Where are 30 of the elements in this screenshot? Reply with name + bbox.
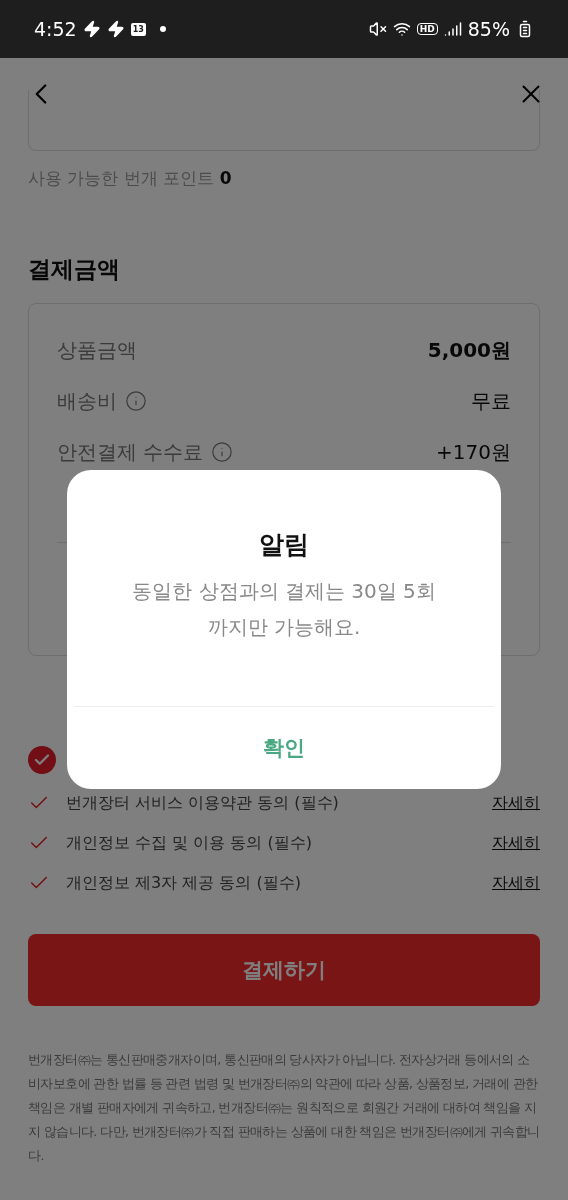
section-title: 결제금액 [28,255,121,284]
info-icon[interactable] [211,441,234,463]
details-link[interactable]: 자세히 [492,792,540,814]
row-label: 상품금액 [57,336,137,364]
agreement-label: 개인정보 수집 및 이용 동의 (필수) [66,832,313,854]
details-link[interactable]: 자세히 [492,872,540,894]
agreement-label: 번개장터 서비스 이용약관 동의 (필수) [66,792,340,814]
hd-icon: HD [416,23,438,35]
row-value: 5,000원 [427,336,511,364]
notification-dot-icon [159,26,166,32]
info-icon[interactable] [125,390,147,412]
mute-icon [368,20,387,38]
agree-all-checkbox[interactable] [28,746,56,774]
lightning-icon [106,20,125,38]
agreement-label: 개인정보 제3자 제공 동의 (필수) [66,872,302,894]
row-label: 배송비 [57,387,117,415]
row-label: 안전결제 수수료 [57,438,204,466]
lightning-icon [82,20,101,38]
calendar-icon: 13 [130,22,146,36]
details-link[interactable]: 자세히 [492,832,540,854]
battery-percent: 85% [467,18,510,40]
row-value: +170원 [436,438,511,466]
pay-button[interactable]: 결제하기 [28,934,540,1006]
confirm-button[interactable]: 확인 [67,707,501,789]
wifi-icon [392,20,411,38]
dialog-title: 알림 [259,529,309,561]
row-value: 무료 [471,387,511,415]
clock-time: 4:52 [34,18,77,40]
dialog-message: 동일한 상점과의 결제는 30일 5회 까지만 가능해요. [131,578,437,641]
signal-icon [443,20,462,38]
